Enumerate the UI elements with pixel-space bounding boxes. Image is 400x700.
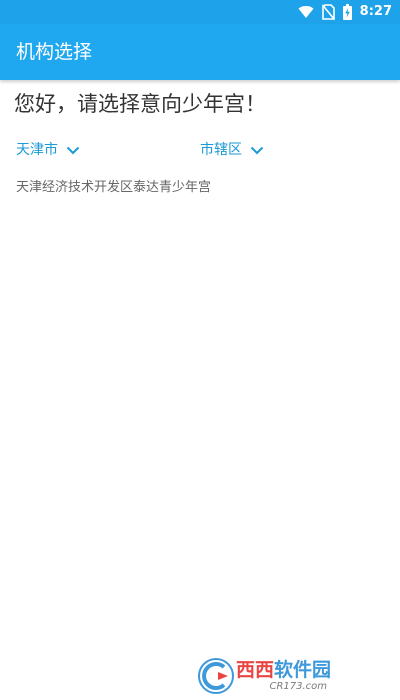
status-time: 8:27 [359, 4, 392, 19]
city-dropdown[interactable]: 天津市 [16, 138, 80, 162]
watermark-logo-icon [198, 658, 234, 694]
watermark-site: CR173.com [269, 681, 328, 692]
chevron-down-icon [250, 146, 264, 154]
status-bar: 8:27 [0, 0, 400, 24]
city-dropdown-value: 天津市 [16, 142, 58, 158]
watermark-name: 西西软件园 [236, 659, 332, 681]
no-sim-icon [321, 4, 335, 20]
wifi-icon [298, 6, 314, 18]
battery-charging-icon [342, 4, 352, 20]
district-dropdown[interactable]: 市辖区 [200, 138, 264, 162]
greeting-heading: 您好，请选择意向少年宫！ [14, 92, 266, 116]
chevron-down-icon [66, 146, 80, 154]
organization-list: 天津经济技术开发区泰达青少年宫 [16, 176, 386, 200]
district-dropdown-value: 市辖区 [200, 142, 242, 158]
watermark: 西西软件园 CR173.com [198, 658, 394, 694]
page-title: 机构选择 [16, 41, 93, 63]
list-item[interactable]: 天津经济技术开发区泰达青少年宫 [16, 176, 386, 200]
status-icons: 8:27 [298, 0, 392, 24]
watermark-text: 西西软件园 CR173.com [236, 659, 331, 693]
app-bar: 机构选择 [0, 24, 400, 80]
